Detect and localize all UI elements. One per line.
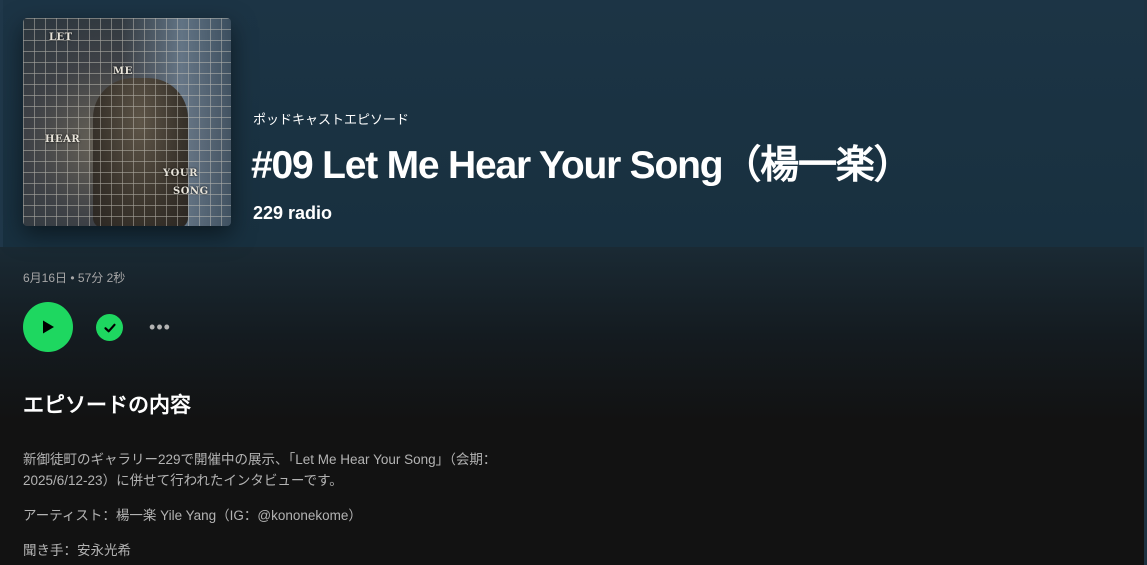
saved-check-button[interactable] xyxy=(96,314,123,341)
more-options-button[interactable]: ••• xyxy=(145,314,175,341)
header-left-edge xyxy=(0,0,3,247)
check-circle-icon xyxy=(103,323,116,332)
cover-word-let: LET xyxy=(49,32,73,43)
description-paragraph-3: 聞き手：安永光希 xyxy=(23,543,131,558)
episode-title: #09 Let Me Hear Your Song（楊一楽） xyxy=(251,144,913,187)
episode-type-label: ポッドキャストエピソード xyxy=(253,112,410,127)
cover-word-song: SONG xyxy=(173,186,209,197)
description-line: 2025/6/12-23）に併せて行われたインタビューです。 xyxy=(23,473,343,488)
cover-word-hear: HEAR xyxy=(45,134,81,145)
play-icon xyxy=(43,320,54,334)
play-button[interactable] xyxy=(23,302,73,352)
description-heading: エピソードの内容 xyxy=(23,394,191,417)
show-name-link[interactable]: 229 radio xyxy=(253,203,332,224)
description-line: 新御徒町のギャラリー229で開催中の展示、「Let Me Hear Your S… xyxy=(23,452,497,467)
episode-date-duration: 6月16日 • 57分 2秒 xyxy=(23,271,126,285)
cover-word-me: ME xyxy=(113,66,133,77)
more-options-icon: ••• xyxy=(149,317,171,337)
episode-cover-art: LET ME HEAR YOUR SONG xyxy=(23,18,231,226)
description-paragraph-2: アーティスト：楊一楽 Yile Yang（IG：@kononekome） xyxy=(23,508,362,523)
description-paragraph-1: 新御徒町のギャラリー229で開催中の展示、「Let Me Hear Your S… xyxy=(23,449,563,491)
cover-word-your: YOUR xyxy=(163,168,198,179)
